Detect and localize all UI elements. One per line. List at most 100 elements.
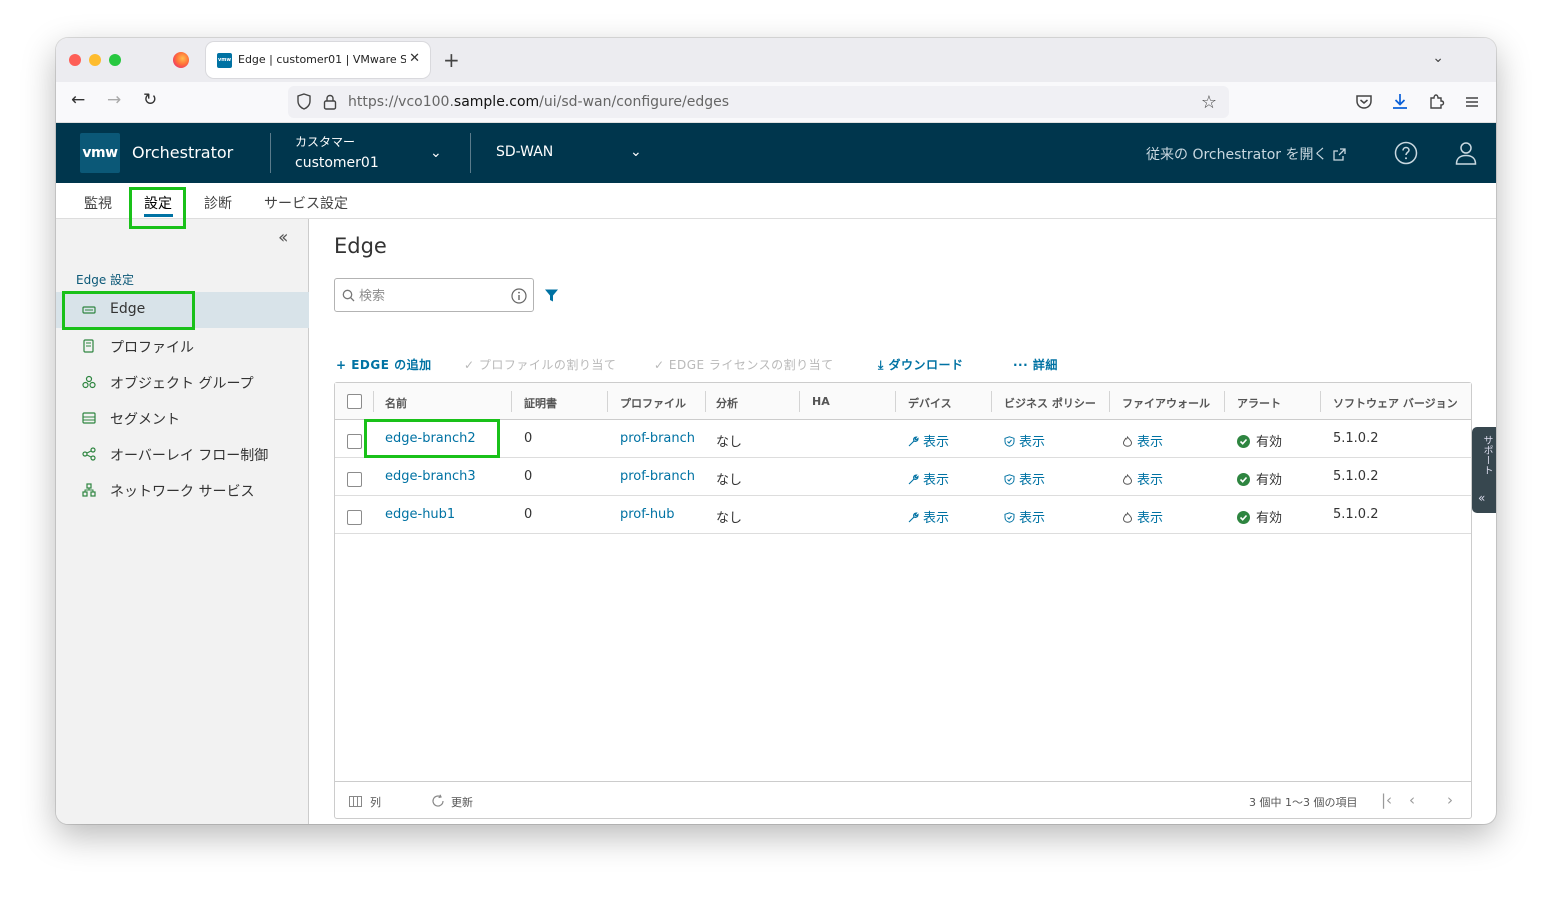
tab-monitor[interactable]: 監視 — [84, 193, 112, 213]
lock-icon[interactable] — [323, 94, 337, 110]
assign-profile-button[interactable]: ✓ プロファイルの割り当て — [464, 356, 616, 373]
help-icon[interactable] — [1394, 141, 1418, 165]
info-icon[interactable] — [511, 288, 527, 304]
column-header-alerts[interactable]: アラート — [1237, 395, 1281, 411]
bookmark-star-icon[interactable]: ☆ — [1201, 92, 1217, 113]
collapse-sidebar-icon[interactable]: ‹‹ — [278, 227, 289, 248]
table-footer: 列 更新 3 個中 1～3 個の項目 |‹ ‹ › — [335, 781, 1471, 818]
close-window-button[interactable] — [69, 54, 81, 66]
wrench-icon — [908, 512, 919, 523]
row-checkbox[interactable] — [347, 510, 362, 525]
reload-icon[interactable]: ↻ — [143, 90, 157, 110]
refresh-button[interactable]: 更新 — [431, 794, 473, 810]
analytics-value: なし — [716, 473, 743, 488]
next-page-icon[interactable]: › — [1447, 791, 1453, 809]
tab-service-settings[interactable]: サービス設定 — [264, 193, 348, 213]
column-header-software-version[interactable]: ソフトウェア バージョン — [1333, 395, 1458, 411]
add-edge-button[interactable]: + EDGE の追加 — [336, 356, 432, 373]
url-text: https://vco100.sample.com/ui/sd-wan/conf… — [348, 94, 730, 110]
alert-status: 有効 — [1237, 507, 1282, 526]
sidebar-item-segments[interactable]: セグメント — [56, 400, 309, 436]
more-button[interactable]: ··· 詳細 — [1013, 356, 1058, 373]
firewall-view-link[interactable]: 表示 — [1122, 431, 1163, 450]
column-header-device[interactable]: デバイス — [908, 395, 952, 411]
device-view-link[interactable]: 表示 — [908, 469, 949, 488]
assign-edge-license-button[interactable]: ✓ EDGE ライセンスの割り当て — [654, 356, 834, 373]
sidebar-item-label: ネットワーク サービス — [110, 484, 255, 500]
zoom-window-button[interactable] — [109, 54, 121, 66]
new-tab-button[interactable]: + — [443, 48, 460, 72]
business-policy-view-link[interactable]: 表示 — [1004, 469, 1045, 488]
customer-chevron-down-icon[interactable]: ⌄ — [430, 145, 442, 161]
search-input[interactable] — [359, 286, 507, 306]
column-header-ha[interactable]: HA — [812, 395, 830, 408]
tab-configure[interactable]: 設定 — [144, 193, 172, 213]
user-icon[interactable] — [1454, 140, 1478, 166]
column-separator — [705, 391, 706, 412]
device-view-link[interactable]: 表示 — [908, 507, 949, 526]
double-chevron-left-icon: « — [1478, 491, 1486, 505]
first-page-icon[interactable]: |‹ — [1381, 791, 1392, 809]
edge-name-link[interactable]: edge-branch2 — [385, 431, 476, 446]
edge-name-link[interactable]: edge-hub1 — [385, 507, 455, 522]
hamburger-menu-icon[interactable] — [1462, 92, 1482, 112]
column-header-name[interactable]: 名前 — [385, 395, 407, 411]
sidebar-item-profiles[interactable]: プロファイル — [56, 328, 309, 364]
tab-diagnostics[interactable]: 診断 — [204, 193, 232, 213]
product-selector[interactable]: SD-WAN — [496, 144, 553, 160]
profile-link[interactable]: prof-hub — [620, 507, 675, 522]
external-link-icon — [1333, 148, 1347, 161]
download-button[interactable]: ⤓ ダウンロード — [878, 356, 963, 373]
active-tab-indicator — [144, 214, 173, 217]
column-header-business-policy[interactable]: ビジネス ポリシー — [1004, 395, 1096, 411]
support-panel-tab[interactable]: サポート « — [1472, 427, 1496, 513]
row-checkbox[interactable] — [347, 434, 362, 449]
firewall-view-link[interactable]: 表示 — [1122, 469, 1163, 488]
pocket-icon[interactable] — [1354, 92, 1374, 112]
previous-page-icon[interactable]: ‹ — [1409, 791, 1415, 809]
address-bar[interactable]: https://vco100.sample.com/ui/sd-wan/conf… — [288, 86, 1229, 118]
column-header-firewall[interactable]: ファイアウォール — [1122, 395, 1210, 411]
table-header: 名前 証明書 プロファイル 分析 HA デバイス ビジネス ポリシー ファイアウ… — [335, 383, 1471, 420]
product-chevron-down-icon[interactable]: ⌄ — [630, 144, 642, 160]
sidebar-item-object-groups[interactable]: オブジェクト グループ — [56, 364, 309, 400]
analytics-value: なし — [716, 511, 743, 526]
object-group-icon — [82, 375, 96, 389]
forward-arrow-icon[interactable]: → — [107, 90, 121, 110]
search-box[interactable] — [334, 278, 534, 312]
column-header-profile[interactable]: プロファイル — [620, 395, 686, 411]
open-legacy-orchestrator-link[interactable]: 従来の Orchestrator を開く — [1146, 144, 1347, 164]
firewall-flame-icon — [1122, 436, 1133, 447]
tab-list-chevron-down-icon[interactable]: ⌄ — [1432, 50, 1444, 66]
select-all-checkbox[interactable] — [347, 394, 362, 409]
column-header-analytics[interactable]: 分析 — [716, 395, 738, 411]
profile-link[interactable]: prof-branch — [620, 469, 695, 484]
support-tab-label: サポート — [1481, 435, 1492, 475]
shield-icon[interactable] — [297, 93, 311, 110]
browser-tab-active[interactable]: vmw Edge | customer01 | VMware SD ✕ — [206, 42, 430, 78]
download-icon[interactable] — [1390, 92, 1410, 112]
business-policy-view-link[interactable]: 表示 — [1004, 507, 1045, 526]
business-policy-view-link[interactable]: 表示 — [1004, 431, 1045, 450]
sidebar-item-overlay-flow-control[interactable]: オーバーレイ フロー制御 — [56, 436, 309, 472]
sidebar-item-edge[interactable]: Edge — [56, 292, 309, 328]
customer-selector[interactable]: customer01 — [295, 155, 379, 171]
device-view-link[interactable]: 表示 — [908, 431, 949, 450]
filter-icon[interactable] — [544, 288, 559, 303]
back-arrow-icon[interactable]: ← — [71, 90, 85, 110]
sidebar-group-title: Edge 設定 — [76, 273, 135, 287]
vmware-favicon-icon: vmw — [217, 53, 232, 68]
extensions-puzzle-icon[interactable] — [1426, 92, 1446, 112]
firefox-icon — [173, 52, 189, 68]
shield-check-icon — [1004, 474, 1015, 485]
firewall-view-link[interactable]: 表示 — [1122, 507, 1163, 526]
column-header-certificate[interactable]: 証明書 — [524, 395, 557, 411]
edge-name-link[interactable]: edge-branch3 — [385, 469, 476, 484]
close-tab-icon[interactable]: ✕ — [409, 51, 420, 66]
edges-table: 名前 証明書 プロファイル 分析 HA デバイス ビジネス ポリシー ファイアウ… — [334, 382, 1472, 819]
row-checkbox[interactable] — [347, 472, 362, 487]
minimize-window-button[interactable] — [89, 54, 101, 66]
column-chooser-button[interactable]: 列 — [349, 794, 381, 810]
sidebar-item-network-services[interactable]: ネットワーク サービス — [56, 472, 309, 508]
profile-link[interactable]: prof-branch — [620, 431, 695, 446]
